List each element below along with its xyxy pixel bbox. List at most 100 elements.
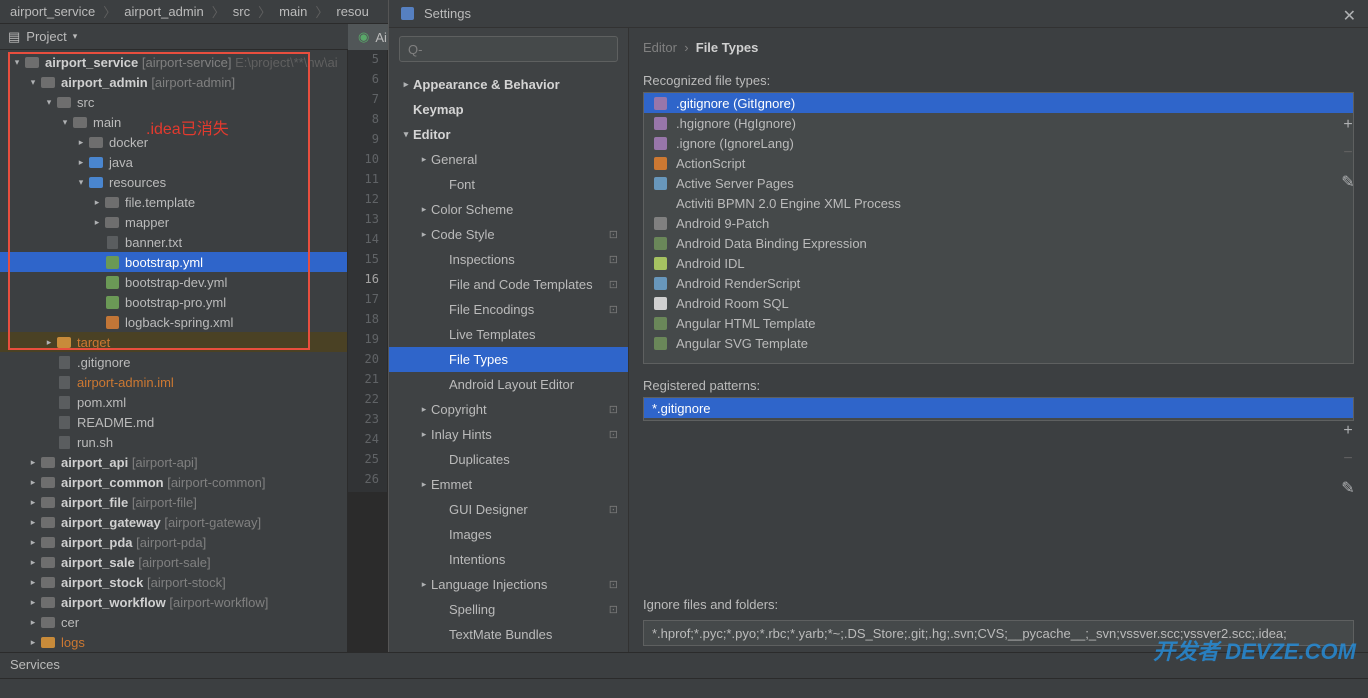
line-number[interactable]: 19 (348, 332, 387, 352)
expand-arrow-icon[interactable]: ▸ (28, 517, 38, 527)
close-icon[interactable]: ✕ (1343, 6, 1356, 26)
expand-arrow-icon[interactable]: ▸ (92, 217, 102, 227)
expand-arrow-icon[interactable]: ▸ (76, 157, 86, 167)
expand-arrow-icon[interactable]: ▾ (76, 177, 86, 187)
nav-item[interactable]: File Types (389, 347, 628, 372)
nav-item[interactable]: TextMate Bundles (389, 622, 628, 647)
expand-arrow-icon[interactable] (92, 237, 102, 247)
line-number[interactable]: 5 (348, 52, 387, 72)
file-types-list[interactable]: .gitignore (GitIgnore).hgignore (HgIgnor… (643, 92, 1354, 364)
nav-item[interactable]: Inspections⊡ (389, 247, 628, 272)
expand-arrow-icon[interactable]: ▸ (92, 197, 102, 207)
crumb-3[interactable]: main (275, 4, 311, 19)
file-type-item[interactable]: Android IDL (644, 253, 1353, 273)
tree-item[interactable]: README.md (0, 412, 347, 432)
line-number[interactable]: 6 (348, 72, 387, 92)
tree-item[interactable]: ▸cer (0, 612, 347, 632)
tree-item[interactable]: ▾airport_service [airport-service] E:\pr… (0, 52, 347, 72)
nav-item[interactable]: GUI Designer⊡ (389, 497, 628, 522)
file-type-item[interactable]: .ignore (IgnoreLang) (644, 133, 1353, 153)
file-type-item[interactable]: Android Room SQL (644, 293, 1353, 313)
line-number[interactable]: 24 (348, 432, 387, 452)
expand-arrow-icon[interactable] (92, 277, 102, 287)
expand-arrow-icon[interactable]: ▸ (28, 557, 38, 567)
expand-arrow-icon[interactable]: ▾ (44, 97, 54, 107)
tree-item[interactable]: ▸logs (0, 632, 347, 652)
expand-arrow-icon[interactable] (92, 257, 102, 267)
line-number[interactable]: 16 (348, 272, 387, 292)
nav-item[interactable]: ▸Color Scheme (389, 197, 628, 222)
patterns-list[interactable]: *.gitignore (643, 397, 1354, 421)
line-number[interactable]: 12 (348, 192, 387, 212)
edit-icon[interactable]: ✎ (1338, 172, 1358, 192)
tree-item[interactable]: ▸mapper (0, 212, 347, 232)
expand-arrow-icon[interactable]: ▸ (28, 457, 38, 467)
pattern-item[interactable]: *.gitignore (644, 398, 1353, 418)
line-number[interactable]: 14 (348, 232, 387, 252)
nav-item[interactable]: ▾Editor (389, 122, 628, 147)
nav-item[interactable]: Android Layout Editor (389, 372, 628, 397)
file-type-item[interactable]: Android Data Binding Expression (644, 233, 1353, 253)
expand-arrow-icon[interactable] (44, 357, 54, 367)
line-number[interactable]: 10 (348, 152, 387, 172)
tree-item[interactable]: ▸airport_workflow [airport-workflow] (0, 592, 347, 612)
line-number[interactable]: 13 (348, 212, 387, 232)
tree-item[interactable]: ▸airport_pda [airport-pda] (0, 532, 347, 552)
file-type-item[interactable]: Android RenderScript (644, 273, 1353, 293)
nav-item[interactable]: ▸Emmet (389, 472, 628, 497)
line-number[interactable]: 18 (348, 312, 387, 332)
line-number[interactable]: 26 (348, 472, 387, 492)
expand-arrow-icon[interactable] (44, 437, 54, 447)
tree-item[interactable]: ▾airport_admin [airport-admin] (0, 72, 347, 92)
line-number[interactable]: 21 (348, 372, 387, 392)
line-number[interactable]: 23 (348, 412, 387, 432)
tree-item[interactable]: ▸airport_file [airport-file] (0, 492, 347, 512)
tree-item[interactable]: run.sh (0, 432, 347, 452)
tree-item[interactable]: ▸target (0, 332, 347, 352)
expand-arrow-icon[interactable] (92, 317, 102, 327)
tree-item[interactable]: ▸java (0, 152, 347, 172)
expand-arrow-icon[interactable]: ▸ (28, 577, 38, 587)
tree-item[interactable]: ▸airport_common [airport-common] (0, 472, 347, 492)
line-number[interactable]: 11 (348, 172, 387, 192)
tree-item[interactable]: ▸airport_api [airport-api] (0, 452, 347, 472)
file-type-item[interactable]: Android 9-Patch (644, 213, 1353, 233)
line-number[interactable]: 8 (348, 112, 387, 132)
crumb-4[interactable]: resou (332, 4, 373, 19)
expand-arrow-icon[interactable]: ▸ (76, 137, 86, 147)
nav-item[interactable]: ▸Language Injections⊡ (389, 572, 628, 597)
dropdown-arrow-icon[interactable]: ▾ (73, 31, 78, 42)
remove-icon[interactable]: − (1338, 450, 1358, 468)
line-number[interactable]: 17 (348, 292, 387, 312)
tree-item[interactable]: ▸airport_stock [airport-stock] (0, 572, 347, 592)
nav-item[interactable]: File Encodings⊡ (389, 297, 628, 322)
tree-item[interactable]: ▸file.template (0, 192, 347, 212)
tree-item[interactable]: ▾src (0, 92, 347, 112)
expand-arrow-icon[interactable]: ▸ (28, 597, 38, 607)
expand-arrow-icon[interactable]: ▸ (28, 497, 38, 507)
tree-item[interactable]: bootstrap.yml (0, 252, 347, 272)
add-icon[interactable]: + (1338, 116, 1358, 134)
nav-item[interactable]: Spelling⊡ (389, 597, 628, 622)
expand-arrow-icon[interactable]: ▾ (28, 77, 38, 87)
expand-arrow-icon[interactable]: ▸ (44, 337, 54, 347)
line-number[interactable]: 7 (348, 92, 387, 112)
settings-search-input[interactable]: Q- (399, 36, 618, 62)
nav-item[interactable]: ▸Inlay Hints⊡ (389, 422, 628, 447)
tree-item[interactable]: ▸airport_sale [airport-sale] (0, 552, 347, 572)
expand-arrow-icon[interactable]: ▾ (60, 117, 70, 127)
tree-item[interactable]: bootstrap-pro.yml (0, 292, 347, 312)
add-icon[interactable]: + (1338, 422, 1358, 440)
expand-arrow-icon[interactable] (92, 297, 102, 307)
expand-arrow-icon[interactable] (44, 417, 54, 427)
crumb-0[interactable]: airport_service (6, 4, 99, 19)
nav-item[interactable]: File and Code Templates⊡ (389, 272, 628, 297)
nav-item[interactable]: Intentions (389, 547, 628, 572)
tree-item[interactable]: logback-spring.xml (0, 312, 347, 332)
line-number[interactable]: 20 (348, 352, 387, 372)
tree-item[interactable]: bootstrap-dev.yml (0, 272, 347, 292)
expand-arrow-icon[interactable]: ▸ (28, 477, 38, 487)
nav-item[interactable]: Live Templates (389, 322, 628, 347)
tree-item[interactable]: ▾resources (0, 172, 347, 192)
expand-arrow-icon[interactable] (44, 397, 54, 407)
